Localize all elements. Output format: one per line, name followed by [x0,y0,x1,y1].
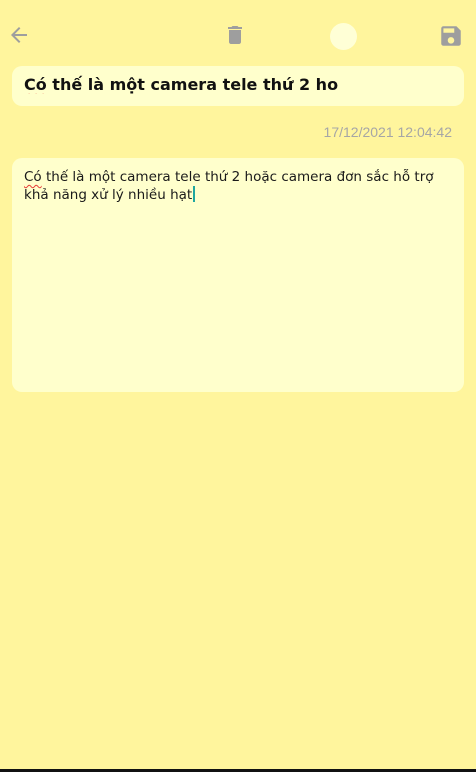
text-cursor [193,186,196,202]
misspelled-word: Có [24,169,42,185]
note-title-field[interactable]: Có thế là một camera tele thứ 2 ho [12,66,464,106]
color-dot-icon [329,22,357,50]
note-content-rest: thế là một camera tele thứ 2 hoặc camera… [24,169,434,203]
note-title-rest: thế là một camera tele thứ 2 ho [46,75,339,94]
delete-button[interactable] [222,22,248,48]
arrow-back-icon [11,27,27,43]
back-button[interactable] [6,22,32,48]
color-picker-button[interactable] [329,22,357,50]
save-button[interactable] [437,22,465,50]
top-toolbar [0,0,476,60]
floppy-disk-icon [441,26,461,46]
trash-icon [228,26,242,44]
misspelled-word: Có [24,75,47,94]
note-content-text: Có thế là một camera tele thứ 2 hoặc cam… [24,169,452,204]
note-title-text: Có thế là một camera tele thứ 2 ho [24,75,452,94]
note-content-field[interactable]: Có thế là một camera tele thứ 2 hoặc cam… [12,158,464,392]
note-timestamp: 17/12/2021 12:04:42 [323,124,452,140]
